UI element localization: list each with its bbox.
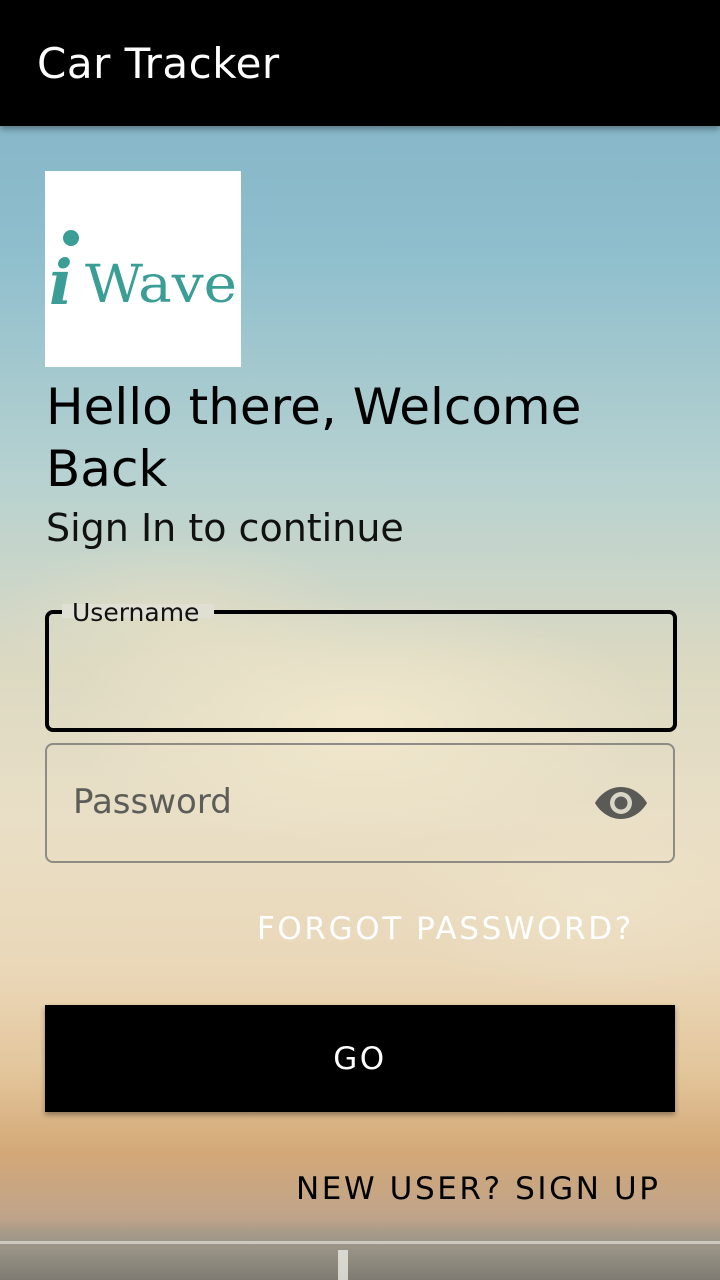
password-placeholder: Password — [73, 782, 232, 822]
welcome-heading: Hello there, Welcome Back — [46, 378, 582, 498]
app-bar: Car Tracker — [0, 0, 720, 126]
go-button[interactable]: GO — [45, 1005, 675, 1112]
login-screen: Car Tracker i Wave Hello there, Welcome … — [0, 0, 720, 1280]
username-label: Username — [62, 596, 210, 630]
logo-wordmark: Wave — [85, 255, 237, 315]
background-road — [0, 1220, 720, 1280]
signup-link[interactable]: NEW USER? SIGN UP — [296, 1168, 661, 1210]
iwave-logo-mark: i Wave — [49, 230, 237, 319]
logo-letter-i: i — [49, 246, 73, 319]
road-center-dash — [338, 1250, 348, 1280]
app-title: Car Tracker — [37, 39, 280, 88]
iwave-logo: i Wave — [45, 171, 241, 367]
eye-icon[interactable] — [594, 781, 648, 825]
forgot-password-link[interactable]: FORGOT PASSWORD? — [257, 908, 634, 950]
welcome-subtitle: Sign In to continue — [46, 506, 404, 550]
go-button-label: GO — [333, 1040, 387, 1077]
road-edge-line — [0, 1241, 720, 1244]
